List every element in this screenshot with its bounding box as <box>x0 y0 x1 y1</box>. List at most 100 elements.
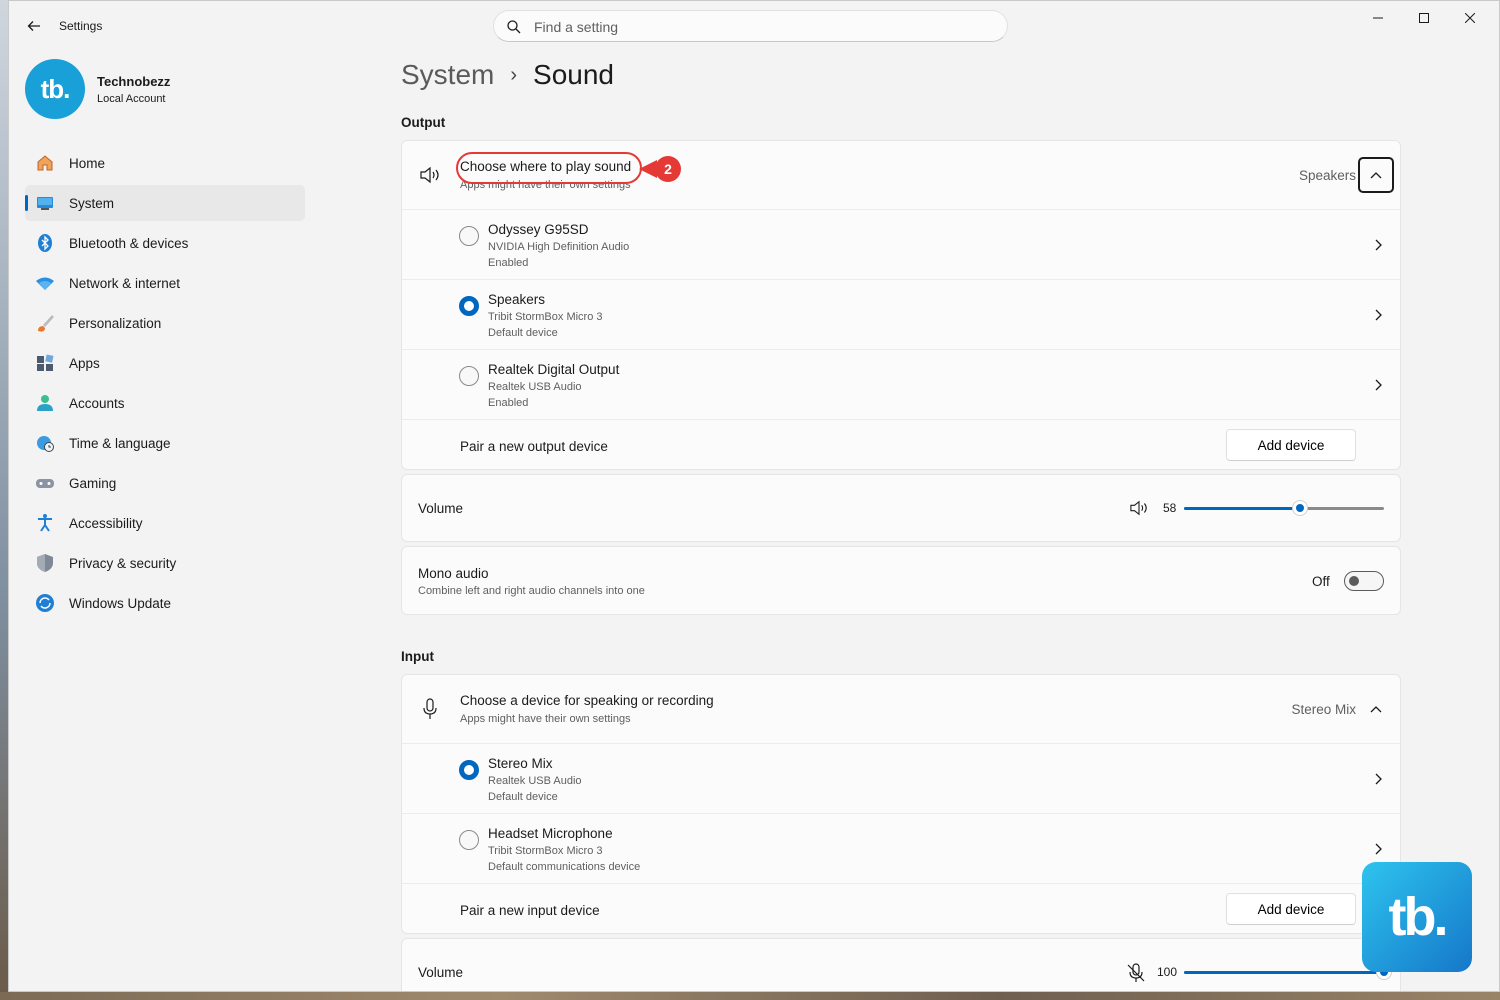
shield-icon <box>37 554 53 572</box>
input-volume-label: Volume <box>418 965 464 980</box>
sidebar-item-home[interactable]: Home <box>25 145 305 181</box>
device-driver: Realtek USB Audio <box>488 775 582 787</box>
title-bar: Settings <box>9 1 1499 51</box>
device-status: Default communications device <box>488 861 641 873</box>
sidebar-item-network[interactable]: Network & internet <box>25 265 305 301</box>
close-icon <box>1465 13 1475 23</box>
sidebar-item-accounts[interactable]: Accounts <box>25 385 305 421</box>
bluetooth-icon <box>38 234 52 252</box>
chevron-right-icon <box>1375 239 1382 251</box>
device-name: Odyssey G95SD <box>488 222 589 237</box>
sidebar-item-label: Personalization <box>69 315 162 331</box>
output-collapse-button[interactable] <box>1358 157 1394 193</box>
output-device-row[interactable]: Speakers Tribit StormBox Micro 3 Default… <box>402 279 1400 349</box>
chevron-right-icon <box>1375 379 1382 391</box>
system-icon <box>37 197 53 210</box>
device-name: Headset Microphone <box>488 826 613 841</box>
device-radio[interactable] <box>459 760 479 780</box>
device-radio[interactable] <box>459 226 479 246</box>
sidebar-nav: Home System Bluetooth & devices Network … <box>25 145 305 625</box>
sidebar-item-system[interactable]: System <box>25 185 305 221</box>
input-section-label: Input <box>401 649 434 664</box>
brand-watermark-logo: tb. <box>1362 862 1472 972</box>
input-selected-device: Stereo Mix <box>1291 702 1356 717</box>
sidebar-item-label: Home <box>69 155 106 171</box>
maximize-icon <box>1419 13 1429 23</box>
slider-fill <box>1184 507 1300 510</box>
output-device-row[interactable]: Odyssey G95SD NVIDIA High Definition Aud… <box>402 209 1400 279</box>
input-volume-slider[interactable] <box>1184 962 1392 982</box>
chevron-up-icon[interactable] <box>1370 705 1382 713</box>
add-output-device-button[interactable]: Add device <box>1226 429 1356 461</box>
device-driver: Tribit StormBox Micro 3 <box>488 845 603 857</box>
device-radio[interactable] <box>459 830 479 850</box>
profile-account-type: Local Account <box>97 93 166 105</box>
input-device-row[interactable]: Stereo Mix Realtek USB Audio Default dev… <box>402 743 1400 813</box>
slider-thumb[interactable] <box>1292 500 1308 516</box>
output-volume-slider[interactable] <box>1184 498 1384 518</box>
sidebar-item-personalization[interactable]: Personalization <box>25 305 305 341</box>
output-selected-device: Speakers <box>1298 168 1356 183</box>
microphone-muted-icon[interactable] <box>1126 963 1146 983</box>
person-icon <box>37 395 53 411</box>
mono-audio-card: Mono audio Combine left and right audio … <box>401 546 1401 615</box>
sidebar-item-accessibility[interactable]: Accessibility <box>25 505 305 541</box>
speaker-icon[interactable] <box>1129 499 1149 517</box>
device-name: Stereo Mix <box>488 756 553 771</box>
output-section-label: Output <box>401 115 446 130</box>
device-name: Speakers <box>488 292 546 307</box>
pair-input-row: Pair a new input device Add device <box>402 883 1400 935</box>
back-button[interactable] <box>23 15 45 37</box>
speaker-icon <box>420 166 439 184</box>
mono-audio-toggle[interactable] <box>1344 571 1384 591</box>
mono-audio-subtitle: Combine left and right audio channels in… <box>418 585 645 597</box>
device-radio[interactable] <box>459 366 479 386</box>
device-driver: Realtek USB Audio <box>488 381 582 393</box>
output-volume-value: 58 <box>1163 501 1177 515</box>
breadcrumb-parent[interactable]: System <box>401 59 494 91</box>
minimize-button[interactable] <box>1355 1 1401 35</box>
sidebar-item-windows-update[interactable]: Windows Update <box>25 585 305 621</box>
sidebar-item-gaming[interactable]: Gaming <box>25 465 305 501</box>
sidebar-item-bluetooth[interactable]: Bluetooth & devices <box>25 225 305 261</box>
sidebar-item-label: Privacy & security <box>69 555 177 571</box>
chevron-right-icon <box>1375 843 1382 855</box>
annotation-highlight <box>456 152 642 184</box>
sidebar-item-label: Apps <box>69 355 100 371</box>
back-arrow-icon <box>27 21 40 31</box>
input-volume-card: Volume 100 <box>401 938 1401 991</box>
add-input-device-button[interactable]: Add device <box>1226 893 1356 925</box>
search-input[interactable] <box>534 17 974 37</box>
sidebar-item-label: Accounts <box>69 395 125 411</box>
output-device-row[interactable]: Realtek Digital Output Realtek USB Audio… <box>402 349 1400 419</box>
mono-audio-state: Off <box>1312 574 1330 589</box>
sidebar-item-apps[interactable]: Apps <box>25 345 305 381</box>
sidebar-item-label: Windows Update <box>69 595 172 611</box>
device-status: Default device <box>488 791 558 803</box>
device-driver: NVIDIA High Definition Audio <box>488 241 630 253</box>
breadcrumb-separator: › <box>510 63 518 86</box>
close-button[interactable] <box>1447 1 1493 35</box>
sidebar-item-label: Accessibility <box>69 515 143 531</box>
input-chooser-header[interactable]: Choose a device for speaking or recordin… <box>402 675 1400 743</box>
sidebar-item-privacy-security[interactable]: Privacy & security <box>25 545 305 581</box>
input-device-card: Choose a device for speaking or recordin… <box>401 674 1401 934</box>
device-radio[interactable] <box>459 296 479 316</box>
accessibility-icon <box>38 514 52 532</box>
maximize-button[interactable] <box>1401 1 1447 35</box>
sidebar-item-label: Network & internet <box>69 275 181 291</box>
slider-fill <box>1184 971 1384 974</box>
desktop-bottom-edge <box>0 992 1500 1000</box>
brush-icon <box>38 315 54 332</box>
user-profile[interactable]: tb. Technobezz Local Account <box>25 59 325 119</box>
minimize-icon <box>1373 17 1383 19</box>
output-volume-card: Volume 58 <box>401 474 1401 542</box>
app-title: Settings <box>59 19 103 33</box>
sidebar-item-time-language[interactable]: Time & language <box>25 425 305 461</box>
search-box[interactable] <box>493 10 1008 42</box>
page-title: Sound <box>533 59 614 90</box>
chevron-right-icon <box>1375 309 1382 321</box>
device-status: Enabled <box>488 397 529 409</box>
sidebar-item-label: Bluetooth & devices <box>69 235 189 251</box>
input-device-row[interactable]: Headset Microphone Tribit StormBox Micro… <box>402 813 1400 883</box>
